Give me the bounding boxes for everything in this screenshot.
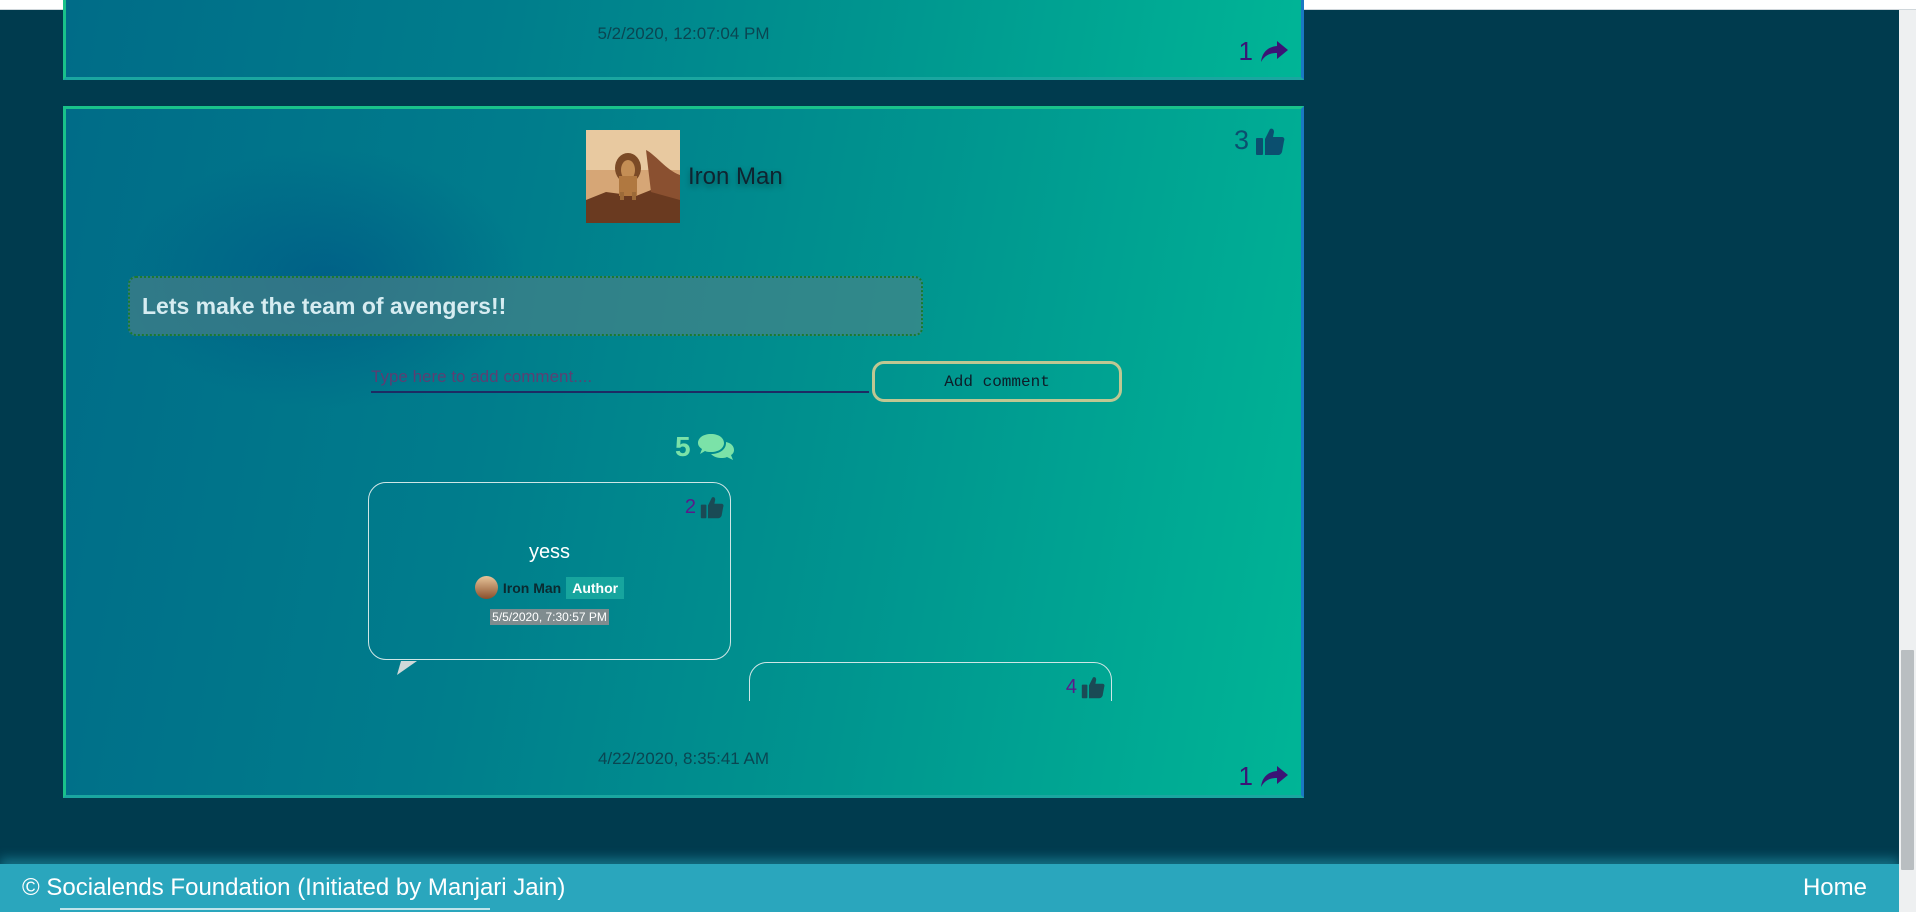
post-text: Lets make the team of avengers!! xyxy=(128,276,923,336)
post-author[interactable]: Iron Man xyxy=(586,130,783,223)
footer-underline xyxy=(60,908,490,910)
previous-post-card: 5/2/2020, 12:07:04 PM 1 xyxy=(63,0,1304,80)
comment-like-button[interactable]: 2 xyxy=(685,495,724,519)
comment-author-row: Iron Man Author xyxy=(369,576,730,599)
share-arrow-icon xyxy=(1261,765,1288,787)
comments-list[interactable]: 2 yess Iron Man Author 5/5/2020, 7:30:57… xyxy=(66,479,1301,701)
scrollbar-thumb[interactable] xyxy=(1901,650,1914,870)
thumbs-up-icon xyxy=(700,497,724,519)
scrollbar[interactable] xyxy=(1899,10,1916,912)
author-name[interactable]: Iron Man xyxy=(688,163,783,191)
post-card: 3 Iron Man Lets make the team of avenger… xyxy=(63,106,1304,798)
comment-author-avatar[interactable] xyxy=(474,576,498,599)
footer-copyright: © Socialends Foundation (Initiated by Ma… xyxy=(22,874,566,901)
previous-post-share-button[interactable]: 1 xyxy=(1239,36,1289,67)
share-count: 1 xyxy=(1238,36,1253,66)
home-link[interactable]: Home xyxy=(1803,874,1869,902)
comment-input[interactable] xyxy=(371,363,869,393)
add-comment-button[interactable]: Add comment xyxy=(872,361,1122,402)
comments-icon xyxy=(697,434,734,460)
post-like-count: 3 xyxy=(1233,125,1249,155)
author-avatar[interactable] xyxy=(586,130,680,223)
comment-like-button[interactable]: 4 xyxy=(1066,675,1105,699)
comment-text: yess xyxy=(528,541,571,563)
comment-author-name[interactable]: Iron Man xyxy=(503,580,561,596)
comment-count-value: 5 xyxy=(675,431,691,462)
share-count: 1 xyxy=(1238,761,1253,791)
post-like-button[interactable]: 3 xyxy=(1234,125,1285,156)
comment-card: 2 yess Iron Man Author 5/5/2020, 7:30:57… xyxy=(368,482,731,660)
post-timestamp: 4/22/2020, 8:35:41 AM xyxy=(597,749,770,768)
comment-card: 4 xyxy=(749,662,1112,701)
share-arrow-icon xyxy=(1261,40,1288,62)
thumbs-up-icon xyxy=(1256,128,1285,155)
comment-timestamp-text: 5/5/2020, 7:30:57 PM xyxy=(490,609,609,625)
post-share-button[interactable]: 1 xyxy=(1239,761,1289,792)
lion-photo-graphic xyxy=(586,130,680,223)
footer: © Socialends Foundation (Initiated by Ma… xyxy=(0,864,1899,912)
comment-timestamp: 5/5/2020, 7:30:57 PM xyxy=(369,608,730,626)
thumbs-up-icon xyxy=(1081,677,1105,699)
previous-post-timestamp: 5/2/2020, 12:07:04 PM xyxy=(597,24,770,43)
comment-like-count: 2 xyxy=(684,495,696,518)
author-badge: Author xyxy=(566,576,625,599)
comment-bubble-tail xyxy=(397,661,417,675)
comment-count[interactable]: 5 xyxy=(675,431,735,463)
comment-like-count: 4 xyxy=(1065,675,1077,698)
